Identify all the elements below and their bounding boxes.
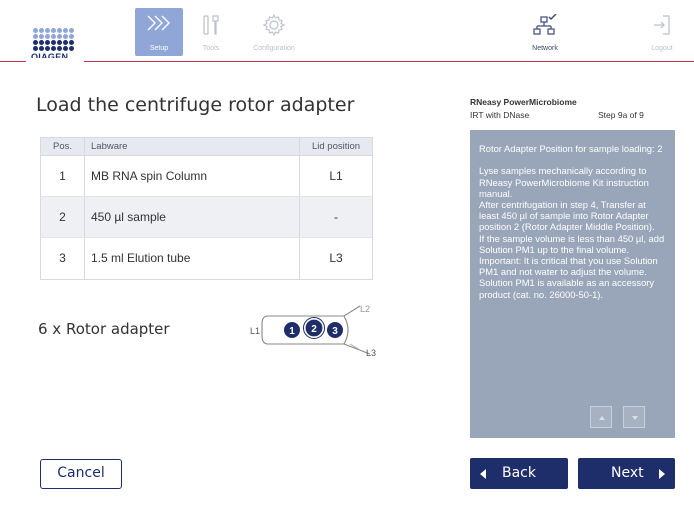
top-bar: QIAGEN Setup Tools Configuration Network…	[0, 0, 694, 64]
logo-dot	[63, 40, 68, 45]
cell-pos: 1	[41, 156, 85, 196]
logo-dot	[33, 34, 38, 39]
logo-dot	[45, 46, 50, 51]
gear-icon	[263, 14, 285, 36]
scroll-down-button[interactable]	[623, 406, 645, 428]
nav-tools-label: Tools	[202, 45, 220, 52]
scroll-up-button[interactable]	[590, 406, 612, 428]
nav-configuration-label: Configuration	[253, 45, 295, 52]
logo-dot	[51, 34, 56, 39]
logo-dot	[63, 34, 68, 39]
cancel-button[interactable]: Cancel	[40, 459, 122, 489]
logo-dot	[57, 40, 62, 45]
nav-logout-label: Logout	[651, 45, 673, 52]
rotor-adapter-diagram: 1 2 3 L1 L2 L3	[250, 304, 376, 358]
cell-labware: 1.5 ml Elution tube	[85, 238, 300, 279]
logo-dot	[39, 46, 44, 51]
tools-icon	[203, 15, 219, 35]
logout-icon	[654, 15, 670, 35]
back-button[interactable]: Back	[470, 458, 568, 489]
arrow-left-icon	[480, 469, 486, 479]
logo-dot	[33, 46, 38, 51]
logo-dot	[45, 34, 50, 39]
arrow-right-icon	[659, 469, 665, 479]
position-1: 1	[289, 326, 295, 337]
logo-dot	[57, 28, 62, 33]
labware-table: Pos. Labware Lid position 1 MB RNA spin …	[40, 137, 373, 280]
logo-dot	[57, 34, 62, 39]
logo-dot	[39, 28, 44, 33]
table-row: 1 MB RNA spin Column L1	[41, 156, 372, 197]
next-label: Next	[611, 465, 644, 481]
nav-setup[interactable]: Setup	[135, 8, 183, 56]
instructions-panel: Rotor Adapter Position for sample loadin…	[470, 130, 675, 438]
cell-lid: L3	[329, 251, 343, 265]
logo-dot	[45, 28, 50, 33]
lid-l2-label: L2	[360, 304, 370, 314]
logo-dot	[57, 46, 62, 51]
position-3: 3	[332, 326, 338, 337]
logo-dot	[69, 34, 74, 39]
protocol-name: RNeasy PowerMicrobiome	[470, 97, 577, 107]
logo-dot	[69, 46, 74, 51]
nav-network-label: Network	[532, 45, 558, 52]
logo-dot	[69, 28, 74, 33]
logo-dot	[33, 40, 38, 45]
nav-network[interactable]: Network	[515, 8, 575, 56]
step-indicator: Step 9a of 9	[598, 110, 644, 120]
lid-l1-label: L1	[250, 326, 260, 336]
header-lid-position: Lid position	[311, 141, 361, 152]
header-labware: Labware	[85, 138, 300, 155]
logo-dot	[33, 28, 38, 33]
nav-logout[interactable]: Logout	[640, 8, 684, 56]
logo-dot	[51, 40, 56, 45]
lid-l3-label: L3	[366, 348, 376, 358]
back-label: Back	[502, 465, 536, 481]
cell-labware: MB RNA spin Column	[85, 156, 300, 196]
logo-dot	[69, 40, 74, 45]
logo-dot	[51, 46, 56, 51]
nav-configuration[interactable]: Configuration	[239, 8, 309, 56]
table-row: 2 450 µl sample -	[41, 197, 372, 238]
logo-dot	[39, 34, 44, 39]
logo-dot	[51, 28, 56, 33]
setup-chevrons-icon	[147, 15, 170, 31]
qiagen-logo: QIAGEN	[30, 28, 80, 62]
table-header: Pos. Labware Lid position	[41, 138, 372, 156]
arrow-up-icon	[599, 416, 605, 420]
rotor-adapter-label: 6 x Rotor adapter	[38, 320, 170, 338]
logo-divider-gap	[26, 58, 84, 64]
cell-pos: 2	[41, 197, 85, 237]
cell-lid: L1	[329, 169, 343, 183]
logo-dot	[63, 28, 68, 33]
logo-dot	[45, 40, 50, 45]
logo-dot	[63, 46, 68, 51]
header-divider	[0, 61, 694, 62]
arrow-down-icon	[632, 416, 638, 420]
cell-lid: -	[334, 210, 338, 224]
table-row: 3 1.5 ml Elution tube L3	[41, 238, 372, 279]
network-icon	[533, 14, 557, 35]
header-pos: Pos.	[41, 138, 85, 155]
logo-dot	[39, 40, 44, 45]
protocol-subtitle: IRT with DNase	[470, 110, 530, 120]
cell-pos: 3	[41, 238, 85, 279]
page-title: Load the centrifuge rotor adapter	[36, 94, 355, 116]
next-button[interactable]: Next	[578, 458, 675, 489]
cell-labware: 450 µl sample	[85, 197, 300, 237]
nav-tools[interactable]: Tools	[187, 8, 235, 56]
nav-setup-label: Setup	[149, 45, 169, 52]
position-2: 2	[311, 324, 317, 335]
